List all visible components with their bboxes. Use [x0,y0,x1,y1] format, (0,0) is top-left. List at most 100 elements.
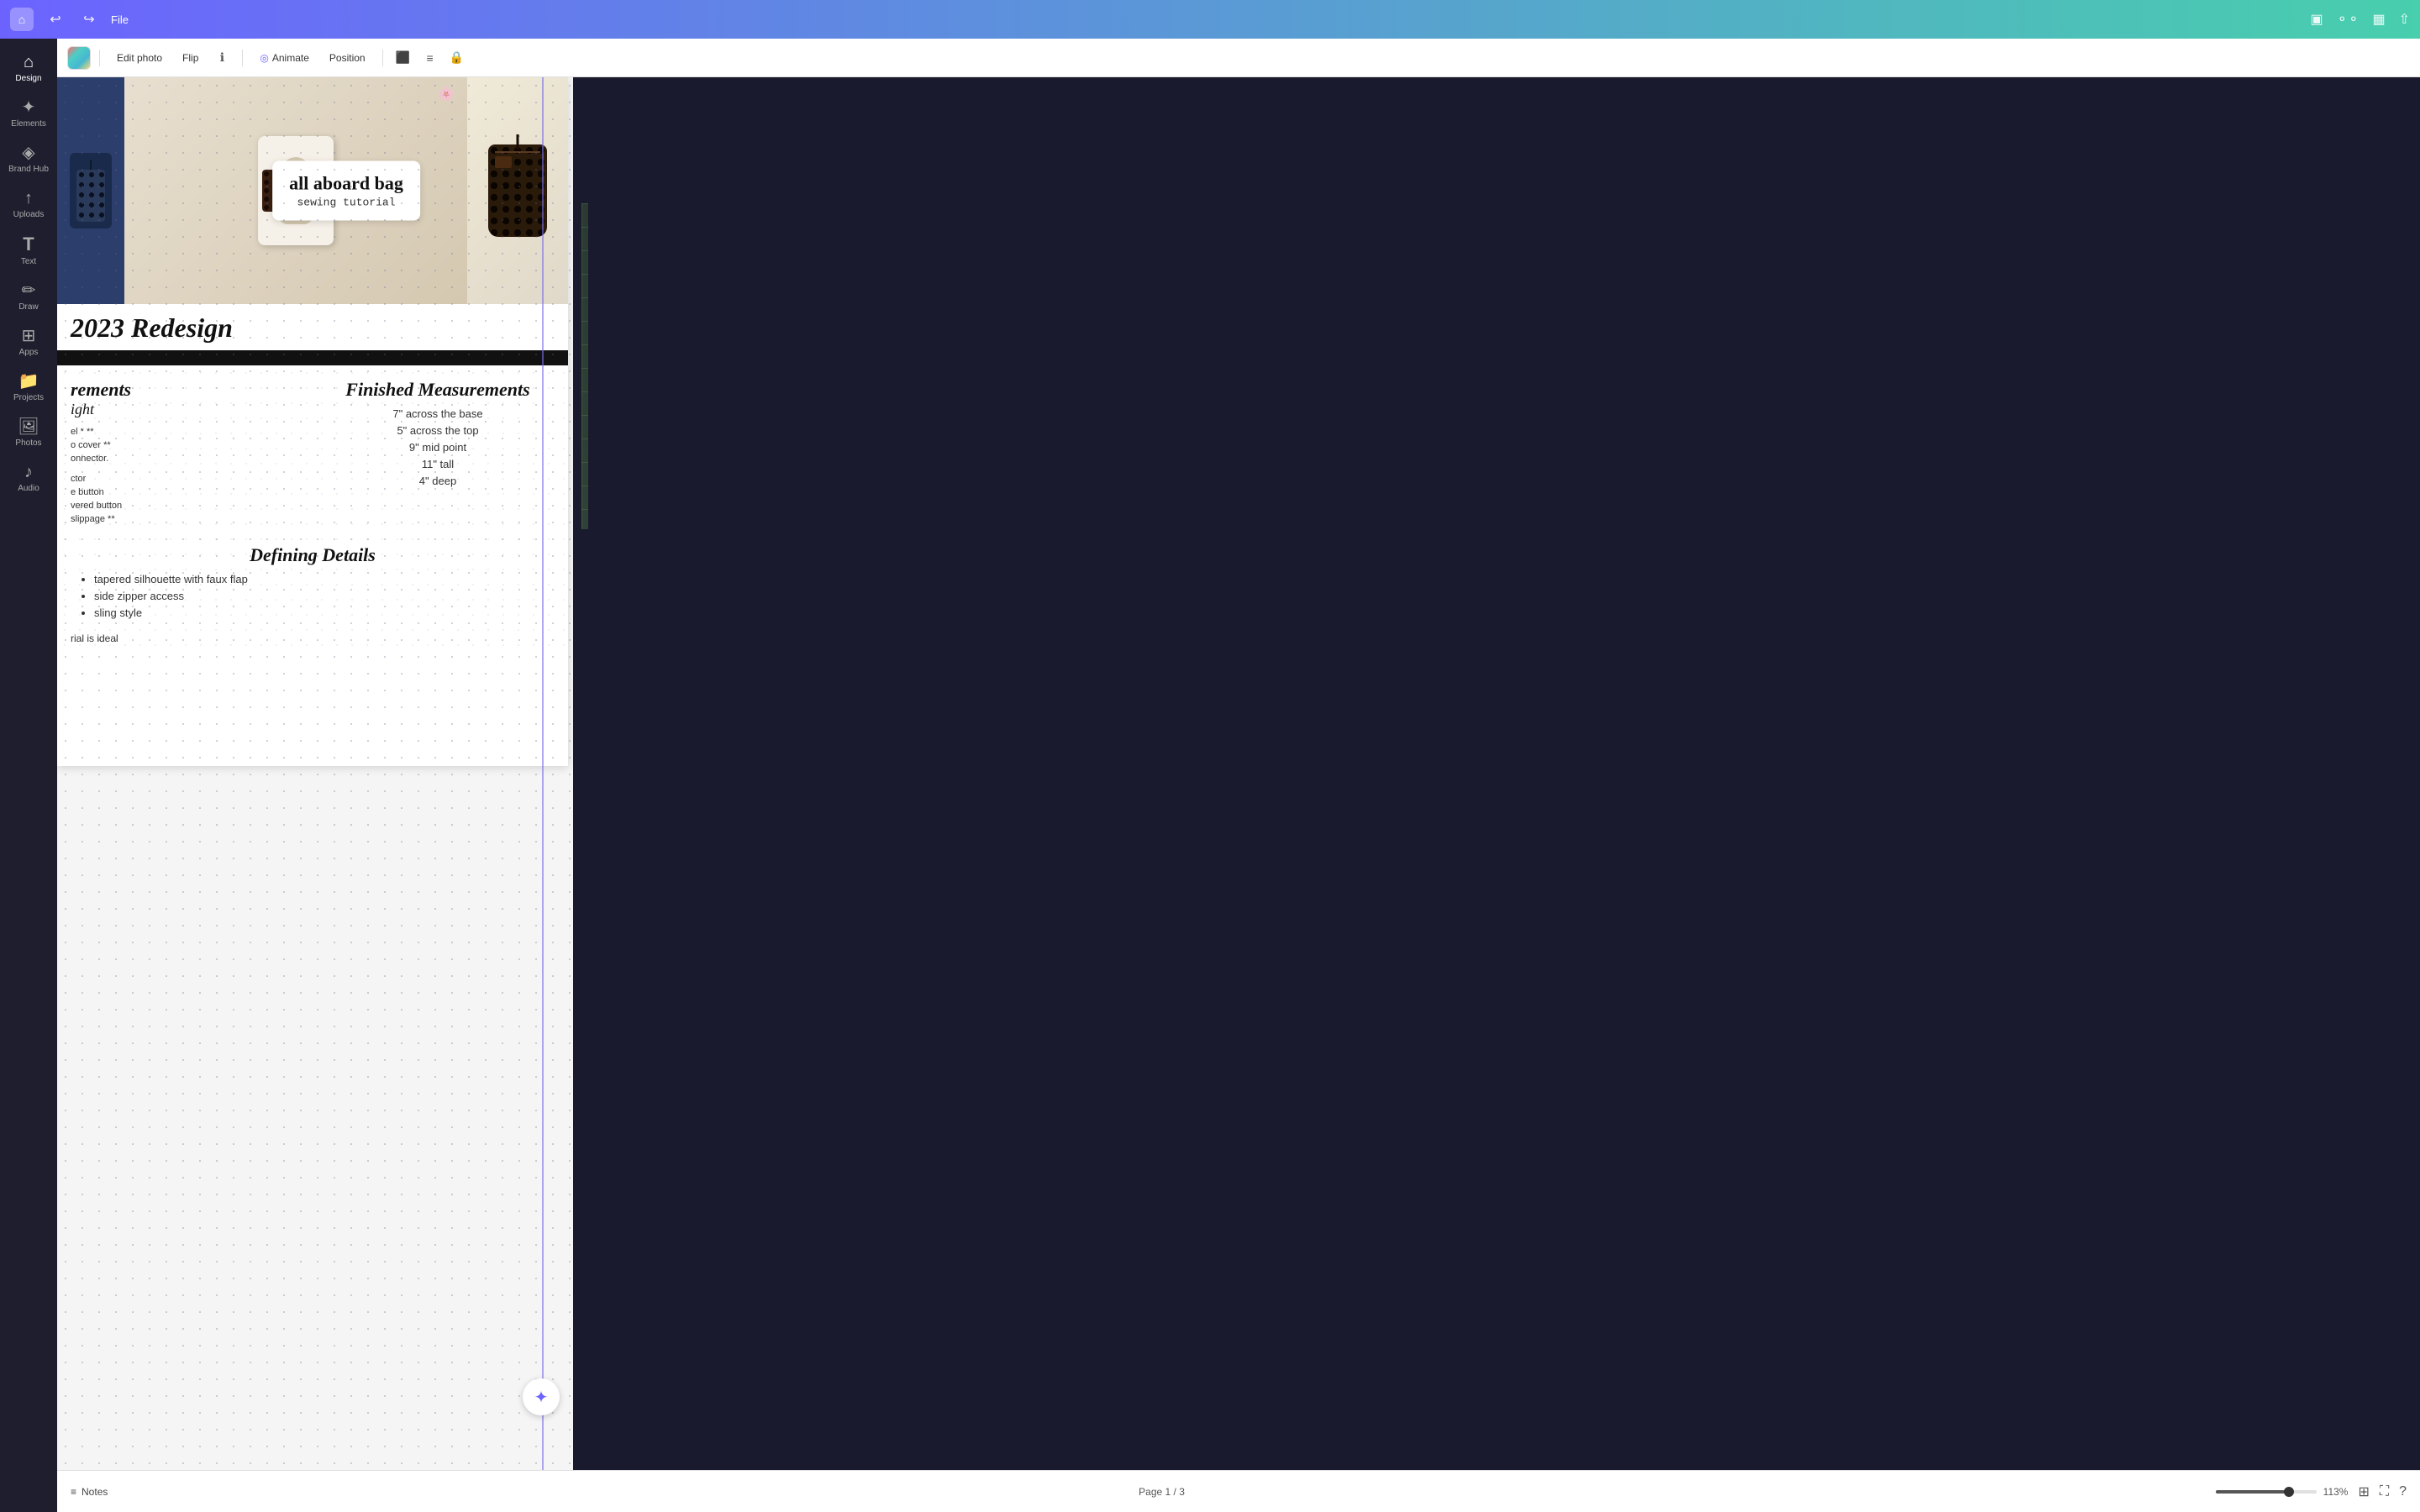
canvas-page[interactable]: 🌸 all aboard bag sewing tutorial [57,77,568,766]
style-icon: ≡ [427,51,434,65]
measurements-items: el * ** o cover ** onnector. ctor e butt… [71,427,304,524]
zoom-level: 113% [2323,1486,2349,1498]
fin-item-4: 11" tall [321,458,555,470]
bag-subtitle: sewing tutorial [289,197,403,209]
zoom-slider[interactable] [2216,1490,2317,1494]
bottom-icons: ⊞ ⛶ ? [2358,1483,2407,1500]
meas-item-1: el * ** [71,427,304,437]
sidebar-item-projects[interactable]: 📁 Projects [0,365,57,410]
undo-button[interactable]: ↩ [44,8,67,31]
expand-icon[interactable]: ⛶ [2380,1484,2389,1499]
brand-hub-icon: ◈ [22,144,34,161]
flip-button[interactable]: Flip [174,48,207,68]
fin-item-5: 4" deep [321,475,555,487]
sidebar-label-brand-hub: Brand Hub [8,165,49,175]
color-button[interactable] [67,46,91,70]
meas-item-3: onnector. [71,454,304,464]
sidebar-item-apps[interactable]: ⊞ Apps [0,319,57,365]
dark-background [588,77,2420,1512]
zoom-track [2216,1490,2286,1494]
magic-button[interactable]: ✦ [523,1378,560,1415]
position-button[interactable]: Position [321,48,374,68]
edit-photo-button[interactable]: Edit photo [108,48,171,68]
sidebar-item-photos[interactable]: 🖼 Photos [0,410,57,455]
magic-icon: ✦ [534,1387,549,1408]
zoom-thumb[interactable] [2284,1487,2294,1497]
notes-icon: ≡ [71,1486,76,1498]
bag-title-card: all aboard bag sewing tutorial [272,161,420,221]
bag-images-center: 🌸 all aboard bag sewing tutorial [124,77,568,304]
flip-label: Flip [182,52,198,64]
elements-icon: ✦ [22,99,36,116]
sidebar-label-photos: Photos [15,438,41,449]
sidebar-label-audio: Audio [18,484,39,494]
separator-3 [382,50,383,66]
sidebar-label-projects: Projects [13,393,44,403]
sidebar-item-elements[interactable]: ✦ Elements [0,91,57,136]
weight-label: ight [71,401,304,418]
sidebar-label-uploads: Uploads [13,210,45,220]
bottom-bar: ≡ Notes Page 1 / 3 113% ⊞ ⛶ ? [57,1470,2420,1512]
meas-item-5: e button [71,487,304,497]
separator-1 [99,50,100,66]
sidebar-item-audio[interactable]: ♪ Audio [0,455,57,501]
file-menu[interactable]: File [111,13,129,26]
canvas-area: 🌸 all aboard bag sewing tutorial [57,77,573,1470]
style-button[interactable]: ≡ [418,46,442,70]
page-image-section: 🌸 all aboard bag sewing tutorial [57,77,568,304]
measurements-title: rements [71,379,304,401]
home-button[interactable]: ⌂ [10,8,34,31]
sidebar: ⌂ Design ✦ Elements ◈ Brand Hub ↑ Upload… [0,39,57,1512]
design-icon: ⌂ [24,54,34,71]
draw-icon: ✏ [22,282,36,299]
fin-item-1: 7" across the base [321,407,555,420]
meas-item-7: slippage ** [71,514,304,524]
share-icon[interactable]: ⇧ [2399,11,2410,28]
transparency-button[interactable]: ⬛ [392,46,415,70]
separator-2 [242,50,243,66]
present-icon[interactable]: ▣ [2311,11,2323,28]
notes-label: Notes [82,1486,108,1498]
info-button[interactable]: ℹ [210,46,234,70]
sidebar-item-text[interactable]: T Text [0,227,57,274]
finished-measurements-title: Finished Measurements [321,379,555,401]
details-list: tapered silhouette with faux flap side z… [71,573,555,619]
right-column: Finished Measurements 7" across the base… [321,379,555,528]
detail-item-2: side zipper access [94,590,555,602]
uploads-icon: ↑ [24,190,33,207]
audio-icon: ♪ [24,464,33,480]
sidebar-label-design: Design [15,74,41,84]
sidebar-label-apps: Apps [19,348,39,358]
meas-item-6: vered button [71,501,304,511]
transparency-icon: ⬛ [396,50,410,65]
animate-label: Animate [272,52,309,64]
photos-icon: 🖼 [18,418,39,435]
left-column: rements ight el * ** o cover ** onnector… [71,379,304,528]
apps-icon: ⊞ [22,328,36,344]
page-info: Page 1 / 3 [118,1486,2205,1498]
collab-icon[interactable]: ⚬⚬ [2337,11,2360,28]
notes-button[interactable]: ≡ Notes [71,1486,108,1498]
projects-icon: 📁 [18,373,39,390]
fin-item-2: 5" across the top [321,424,555,437]
page-divider [542,77,544,1470]
help-icon[interactable]: ? [2399,1484,2407,1499]
sidebar-item-draw[interactable]: ✏ Draw [0,274,57,319]
top-bar: ⌂ ↩ ↪ File ▣ ⚬⚬ ▦ ⇧ [0,0,2420,39]
meas-item-2: o cover ** [71,440,304,450]
meas-item-4: ctor [71,474,304,484]
sidebar-item-brand-hub[interactable]: ◈ Brand Hub [0,136,57,181]
sidebar-item-uploads[interactable]: ↑ Uploads [0,181,57,227]
redo-button[interactable]: ↪ [77,8,101,31]
animate-button[interactable]: ◎ Animate [251,48,318,68]
sidebar-item-design[interactable]: ⌂ Design [0,45,57,91]
lock-button[interactable]: 🔒 [445,46,469,70]
top-right-icons: ▣ ⚬⚬ ▦ ⇧ [2311,11,2410,28]
chart-icon[interactable]: ▦ [2372,11,2385,28]
sidebar-label-elements: Elements [11,119,46,129]
grid-view-icon[interactable]: ⊞ [2358,1483,2369,1500]
images-row: 🌸 all aboard bag sewing tutorial [57,77,568,304]
redo-icon: ↪ [83,11,94,28]
home-icon: ⌂ [18,13,25,26]
position-label: Position [329,52,366,64]
